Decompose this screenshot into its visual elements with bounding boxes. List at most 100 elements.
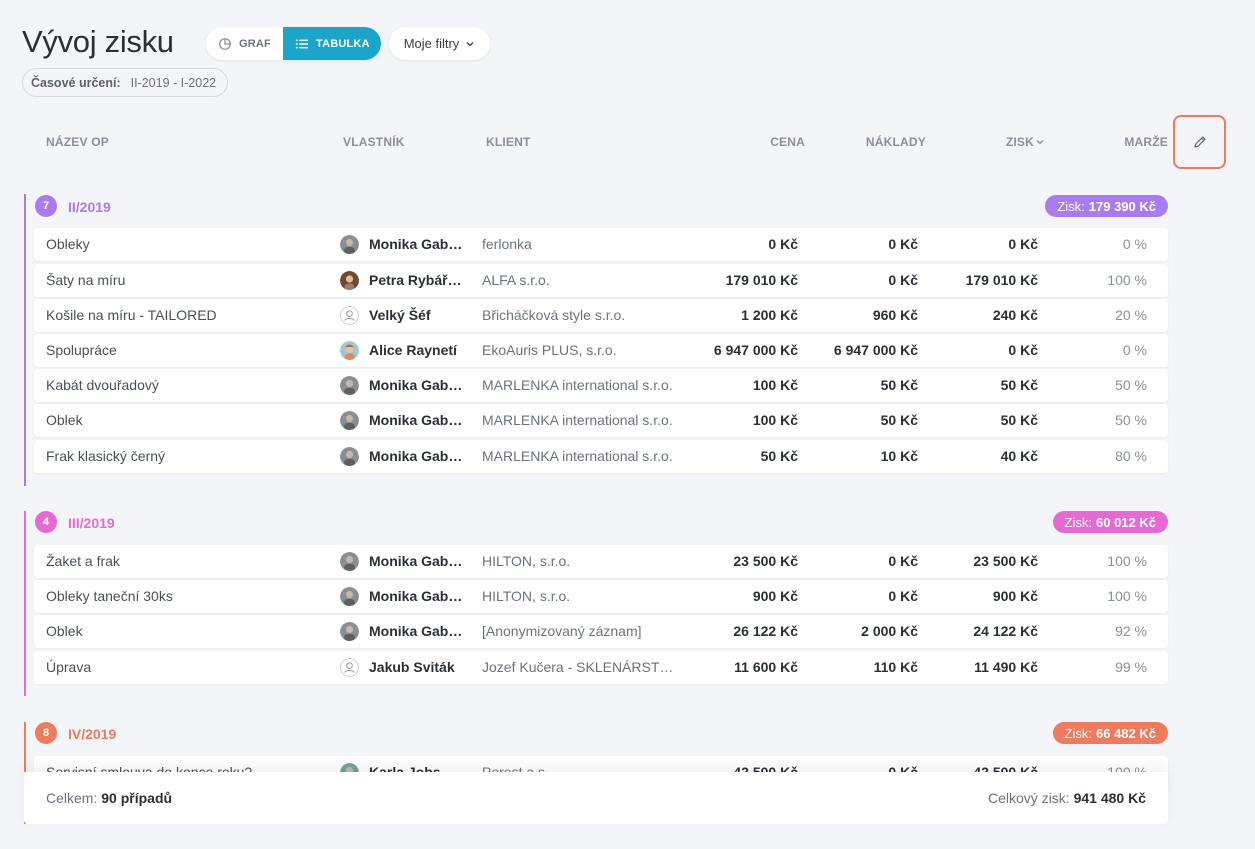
client-name[interactable]: Jozef Kučera - SKLENÁRSTV… bbox=[482, 651, 680, 684]
opportunity-name[interactable]: Kabát dvouřadový bbox=[46, 369, 336, 402]
table-view-button[interactable]: TABULKA bbox=[282, 27, 381, 60]
opportunity-name[interactable]: Frak klasický černý bbox=[46, 440, 336, 473]
client-name[interactable]: ALFA s.r.o. bbox=[482, 264, 680, 297]
client-name[interactable]: HILTON, s.r.o. bbox=[482, 545, 680, 578]
group-profit-label: Zisk: bbox=[1064, 514, 1092, 530]
client-name[interactable]: [Anonymizovaný záznam] bbox=[482, 615, 680, 648]
margin-value: 20 % bbox=[1115, 307, 1147, 323]
owner-name[interactable]: Velký Šéf bbox=[369, 299, 484, 332]
owner-name[interactable]: Monika Gab… bbox=[369, 440, 484, 473]
client-name[interactable]: Břicháčková style s.r.o. bbox=[482, 299, 680, 332]
client-name[interactable]: MARLENKA international s.r.o. bbox=[482, 404, 680, 437]
opportunity-name[interactable]: Šaty na míru bbox=[46, 264, 336, 297]
price-value: 100 Kč bbox=[752, 412, 798, 428]
table-row[interactable]: Oblek Monika Gab… MARLENKA international… bbox=[34, 404, 1168, 437]
table-row[interactable]: Obleky taneční 30ks Monika Gab… HILTON, … bbox=[34, 580, 1168, 613]
group-count-badge: 4 bbox=[35, 511, 57, 533]
profit-value: 11 490 Kč bbox=[974, 659, 1038, 675]
cost-value: 6 947 000 Kč bbox=[833, 342, 918, 358]
group-period-label[interactable]: III/2019 bbox=[68, 515, 115, 531]
table-row[interactable]: Spolupráce Alice Raynetí EkoAuris PLUS, … bbox=[34, 334, 1168, 367]
opportunity-name[interactable]: Obleky bbox=[46, 228, 336, 261]
opportunity-name[interactable]: Úprava bbox=[46, 651, 336, 684]
profit-value: 0 Kč bbox=[1008, 342, 1038, 358]
margin-value: 99 % bbox=[1115, 659, 1147, 675]
total-profit-label: Celkový zisk: bbox=[988, 790, 1070, 806]
profit-value: 0 Kč bbox=[1008, 236, 1038, 252]
table-row[interactable]: Obleky Monika Gab… ferlonka 0 Kč 0 Kč 0 … bbox=[34, 228, 1168, 261]
column-header-client[interactable]: KLIENT bbox=[486, 135, 531, 149]
opportunity-name[interactable]: Oblek bbox=[46, 615, 336, 648]
table-row[interactable]: Úprava Jakub Sviták Jozef Kučera - SKLEN… bbox=[34, 651, 1168, 684]
avatar bbox=[340, 376, 359, 395]
client-name[interactable]: MARLENKA international s.r.o. bbox=[482, 369, 680, 402]
owner-name[interactable]: Monika Gab… bbox=[369, 545, 484, 578]
profit-value: 23 500 Kč bbox=[973, 553, 1038, 569]
opportunity-name[interactable]: Spolupráce bbox=[46, 334, 336, 367]
group-period-label[interactable]: II/2019 bbox=[68, 199, 111, 215]
client-name[interactable]: EkoAuris PLUS, s.r.o. bbox=[482, 334, 680, 367]
cost-value: 0 Kč bbox=[888, 236, 918, 252]
opportunity-name[interactable]: Košile na míru - TAILORED bbox=[46, 299, 336, 332]
owner-name[interactable]: Petra Rybář… bbox=[369, 264, 484, 297]
table-row[interactable]: Oblek Monika Gab… [Anonymizovaný záznam]… bbox=[34, 615, 1168, 648]
group-profit-badge: Zisk: 60 012 Kč bbox=[1052, 511, 1168, 533]
column-header-cost[interactable]: NÁKLADY bbox=[820, 135, 926, 149]
view-toggle: GRAF TABULKA bbox=[206, 27, 381, 60]
opportunity-name[interactable]: Oblek bbox=[46, 404, 336, 437]
profit-value: 179 010 Kč bbox=[965, 272, 1038, 288]
cost-value: 50 Kč bbox=[880, 412, 918, 428]
cost-value: 0 Kč bbox=[888, 553, 918, 569]
period-group: 4 III/2019 Zisk: 60 012 Kč Žaket a frak … bbox=[24, 511, 1168, 696]
avatar bbox=[340, 411, 359, 430]
cost-value: 10 Kč bbox=[880, 448, 918, 464]
owner-name[interactable]: Monika Gab… bbox=[369, 369, 484, 402]
sort-down-icon bbox=[1036, 140, 1044, 145]
column-header-margin[interactable]: MARŽE bbox=[1100, 135, 1168, 149]
group-profit-value: 60 012 Kč bbox=[1096, 514, 1156, 530]
profit-value: 24 122 Kč bbox=[973, 623, 1038, 639]
edit-columns-button[interactable] bbox=[1173, 115, 1226, 169]
owner-name[interactable]: Monika Gab… bbox=[369, 404, 484, 437]
group-accent-line bbox=[24, 511, 26, 696]
period-group: 7 II/2019 Zisk: 179 390 Kč Obleky Monika… bbox=[24, 194, 1168, 486]
graph-view-label: GRAF bbox=[239, 37, 271, 50]
margin-value: 50 % bbox=[1115, 377, 1147, 393]
owner-name[interactable]: Monika Gab… bbox=[369, 580, 484, 613]
client-name[interactable]: HILTON, s.r.o. bbox=[482, 580, 680, 613]
owner-name[interactable]: Monika Gab… bbox=[369, 615, 484, 648]
client-name[interactable]: ferlonka bbox=[482, 228, 680, 261]
user-placeholder-icon bbox=[340, 306, 359, 325]
table-row[interactable]: Frak klasický černý Monika Gab… MARLENKA… bbox=[34, 440, 1168, 473]
column-header-price[interactable]: CENA bbox=[700, 135, 805, 149]
total-profit-value: 941 480 Kč bbox=[1073, 790, 1146, 806]
column-header-owner[interactable]: VLASTNÍK bbox=[343, 135, 405, 149]
table-row[interactable]: Šaty na míru Petra Rybář… ALFA s.r.o. 17… bbox=[34, 264, 1168, 297]
group-profit-label: Zisk: bbox=[1057, 198, 1085, 214]
opportunity-name[interactable]: Žaket a frak bbox=[46, 545, 336, 578]
table-row[interactable]: Kabát dvouřadový Monika Gab… MARLENKA in… bbox=[34, 369, 1168, 402]
owner-name[interactable]: Jakub Sviták bbox=[369, 651, 484, 684]
avatar bbox=[340, 341, 359, 360]
margin-value: 100 % bbox=[1107, 272, 1147, 288]
profit-value: 50 Kč bbox=[1000, 377, 1038, 393]
column-header-name[interactable]: NÁZEV OP bbox=[46, 135, 109, 149]
group-period-label[interactable]: IV/2019 bbox=[68, 726, 116, 742]
time-filter-chip[interactable]: Časové určení: II-2019 - I-2022 bbox=[22, 68, 229, 97]
table-row[interactable]: Žaket a frak Monika Gab… HILTON, s.r.o. … bbox=[34, 545, 1168, 578]
total-profit: Celkový zisk: 941 480 Kč bbox=[988, 790, 1146, 806]
profit-value: 240 Kč bbox=[992, 307, 1038, 323]
group-profit-value: 179 390 Kč bbox=[1088, 198, 1156, 214]
my-filters-dropdown[interactable]: Moje filtry bbox=[389, 27, 490, 60]
opportunity-name[interactable]: Obleky taneční 30ks bbox=[46, 580, 336, 613]
owner-name[interactable]: Monika Gab… bbox=[369, 228, 484, 261]
owner-name[interactable]: Alice Raynetí bbox=[369, 334, 484, 367]
total-count: Celkem: 90 případů bbox=[46, 790, 172, 806]
column-header-profit[interactable]: ZISK bbox=[960, 135, 1034, 149]
table-row[interactable]: Košile na míru - TAILORED Velký Šéf Břic… bbox=[34, 299, 1168, 332]
list-icon bbox=[295, 39, 309, 48]
margin-value: 80 % bbox=[1115, 448, 1147, 464]
graph-view-button[interactable]: GRAF bbox=[206, 27, 283, 60]
price-value: 0 Kč bbox=[768, 236, 798, 252]
client-name[interactable]: MARLENKA international s.r.o. bbox=[482, 440, 680, 473]
